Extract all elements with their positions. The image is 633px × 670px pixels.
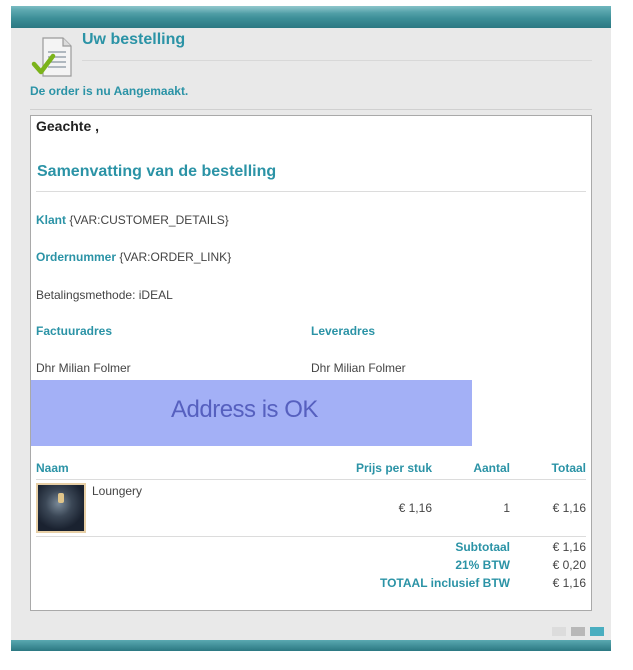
subtotal-label: Subtotaal [455, 540, 510, 554]
product-quantity: 1 [503, 501, 510, 515]
divider [30, 109, 592, 110]
address-ok-overlay: Address is OK [31, 380, 472, 446]
billing-name: Dhr Milian Folmer [36, 361, 131, 375]
divider [36, 536, 586, 537]
document-check-icon [31, 37, 72, 77]
column-header-total: Totaal [551, 461, 586, 475]
vat-value: € 0,20 [552, 558, 586, 572]
grand-total-value: € 1,16 [552, 576, 586, 590]
order-email-preview: Geachte , Samenvatting van de bestelling… [30, 115, 592, 611]
vat-label: 21% BTW [455, 558, 510, 572]
product-name: Loungery [92, 484, 143, 498]
pager-dot-3-active[interactable] [590, 627, 604, 636]
greeting: Geachte , [36, 118, 100, 134]
divider [36, 479, 586, 480]
pager-dot-2[interactable] [571, 627, 585, 636]
column-header-name: Naam [36, 461, 69, 475]
order-number-label: Ordernummer [36, 250, 117, 264]
column-header-price: Prijs per stuk [355, 461, 432, 475]
column-header-quantity: Aantal [473, 461, 510, 475]
page-frame: Uw bestelling De order is nu Aangemaakt.… [11, 6, 611, 651]
billing-address-label: Factuuradres [36, 324, 113, 338]
product-price: € 1,16 [398, 501, 432, 515]
top-banner [11, 6, 611, 28]
payment-method: Betalingsmethode: iDEAL [36, 288, 173, 302]
product-thumbnail [36, 483, 86, 533]
customer-value: {VAR:CUSTOMER_DETAILS} [69, 213, 229, 227]
product-total: € 1,16 [552, 501, 586, 515]
title-divider [82, 60, 592, 61]
customer-field: Klant {VAR:CUSTOMER_DETAILS} [36, 213, 229, 227]
subtotal-value: € 1,16 [552, 540, 586, 554]
customer-label: Klant [36, 213, 66, 227]
address-ok-text: Address is OK [171, 396, 318, 423]
grand-total-label: TOTAAL inclusief BTW [379, 576, 510, 590]
pager-dot-1[interactable] [552, 627, 566, 636]
shipping-name: Dhr Milian Folmer [311, 361, 406, 375]
summary-title: Samenvatting van de bestelling [37, 163, 277, 180]
order-number-value: {VAR:ORDER_LINK} [119, 250, 232, 264]
order-number-field: Ordernummer {VAR:ORDER_LINK} [36, 250, 231, 264]
divider [36, 191, 586, 192]
page-title: Uw bestelling [82, 31, 186, 48]
shipping-address-label: Leveradres [311, 324, 376, 338]
bottom-banner [11, 640, 611, 651]
order-status-message: De order is nu Aangemaakt. [30, 84, 189, 98]
